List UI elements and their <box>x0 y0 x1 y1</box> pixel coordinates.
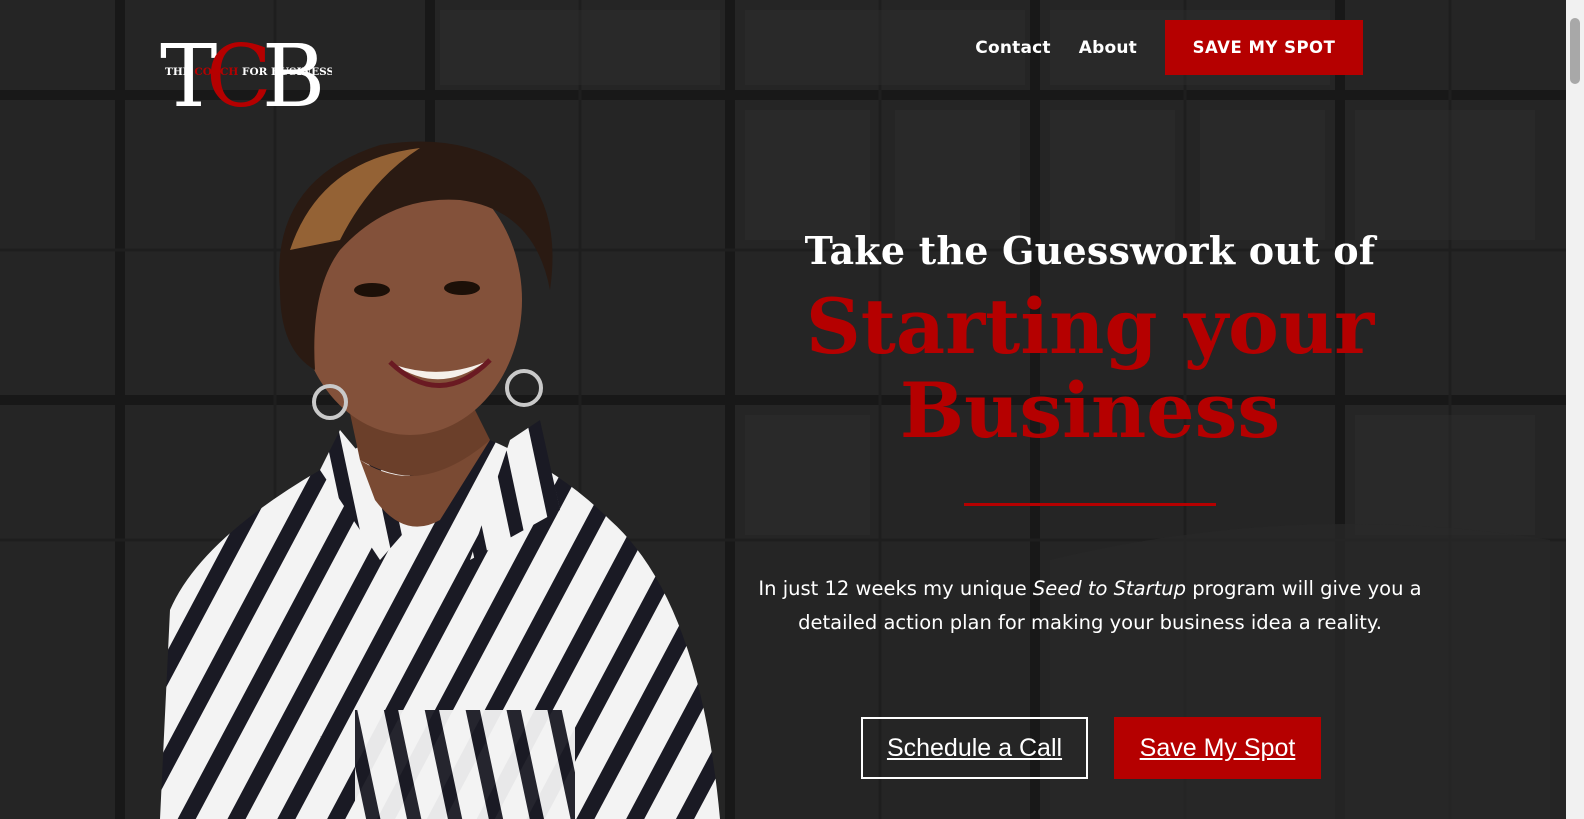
nav-about-link[interactable]: About <box>1079 38 1137 58</box>
svg-text:THE COACH FOR BUSINESS: THE COACH FOR BUSINESS <box>165 66 332 78</box>
hero-section: T C B THE COACH FOR BUSINESS Contact Abo… <box>0 0 1566 819</box>
tcb-logo[interactable]: T C B THE COACH FOR BUSINESS <box>160 32 332 112</box>
save-my-spot-button[interactable]: Save My Spot <box>1114 717 1321 779</box>
hero-description: In just 12 weeks my unique Seed to Start… <box>700 572 1480 640</box>
nav-contact-link[interactable]: Contact <box>975 38 1050 58</box>
description-text-start: In just 12 weeks my unique <box>758 577 1033 600</box>
hero-headline: Starting your Business <box>700 285 1480 453</box>
headline-divider <box>964 503 1216 506</box>
program-name: Seed to Startup <box>1032 577 1187 600</box>
description-text-line2: detailed action plan for making your bus… <box>798 611 1382 634</box>
main-nav: Contact About SAVE MY SPOT <box>975 20 1391 75</box>
hero-content: Take the Guesswork out of Starting your … <box>700 225 1480 779</box>
save-my-spot-header-button[interactable]: SAVE MY SPOT <box>1165 20 1363 75</box>
hero-headline-line1: Starting your <box>805 282 1375 371</box>
scrollbar-thumb[interactable] <box>1570 18 1580 84</box>
hero-subheadline: Take the Guesswork out of <box>804 228 1376 273</box>
hero-buttons: Schedule a Call Save My Spot <box>700 717 1480 779</box>
page-scrollbar[interactable] <box>1566 0 1584 819</box>
coach-photo <box>160 141 720 819</box>
hero-headline-line2: Business <box>899 366 1281 455</box>
description-text-end: program will give you a <box>1186 577 1422 600</box>
schedule-call-button[interactable]: Schedule a Call <box>861 717 1088 779</box>
